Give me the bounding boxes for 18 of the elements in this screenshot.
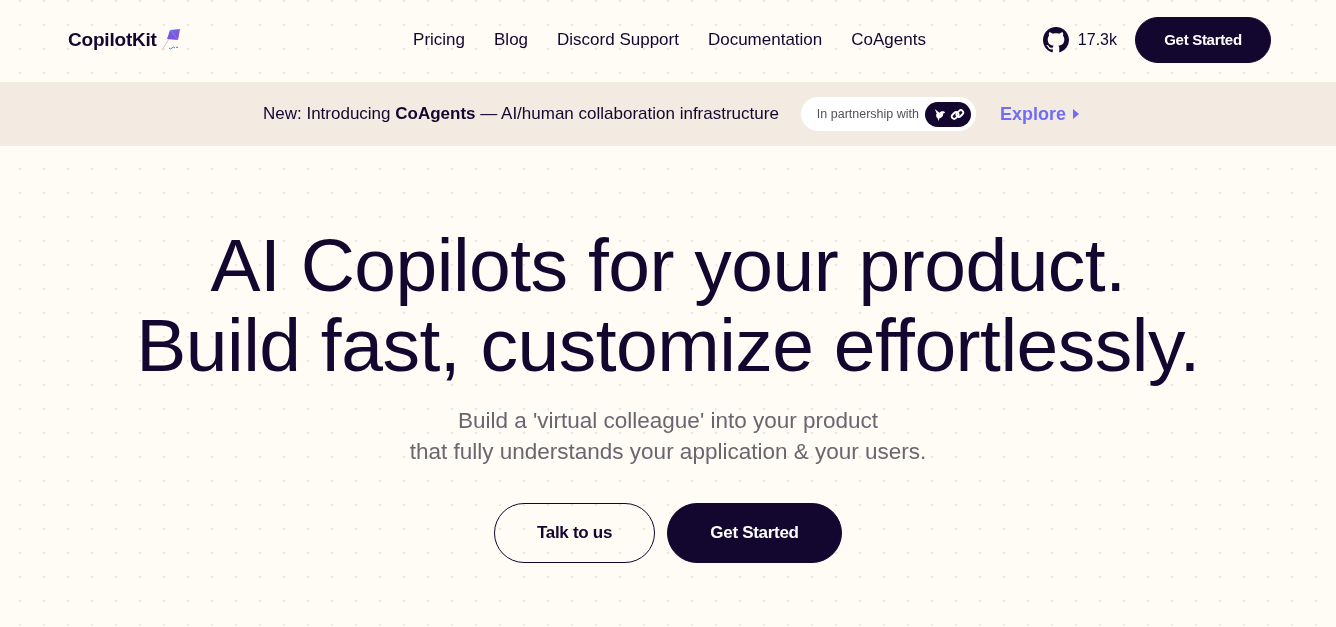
get-started-button[interactable]: Get Started — [1135, 17, 1271, 63]
github-icon — [1042, 27, 1069, 53]
nav-link[interactable]: Discord Support — [557, 27, 679, 53]
hero-subtitle: Build a 'virtual colleague' into your product that fully understands your application & your users. — [409, 407, 927, 466]
nav-link[interactable]: Documentation — [707, 27, 823, 53]
caret-icon — [1073, 109, 1080, 119]
link-icon — [949, 106, 965, 122]
nav-link[interactable]: Blog — [494, 27, 529, 53]
nav-link[interactable]: Pricing — [413, 27, 465, 53]
announcement-text: New: Introducing CoAgents — AI/human collaboration infrastructure — [262, 103, 779, 126]
logo-text[interactable]: CopilotKit — [68, 25, 157, 55]
get-started-button[interactable]: Get Started — [667, 503, 842, 563]
headline-line: AI Copilots for your product. — [210, 225, 1126, 305]
headline-line: Build fast, customize effortlessly. — [136, 305, 1200, 385]
kite-icon — [160, 28, 181, 52]
partner-label: In partnership with — [816, 105, 919, 123]
github-stars-link[interactable]: 17.3k — [1042, 27, 1117, 53]
nav-link[interactable]: CoAgents — [851, 27, 926, 53]
